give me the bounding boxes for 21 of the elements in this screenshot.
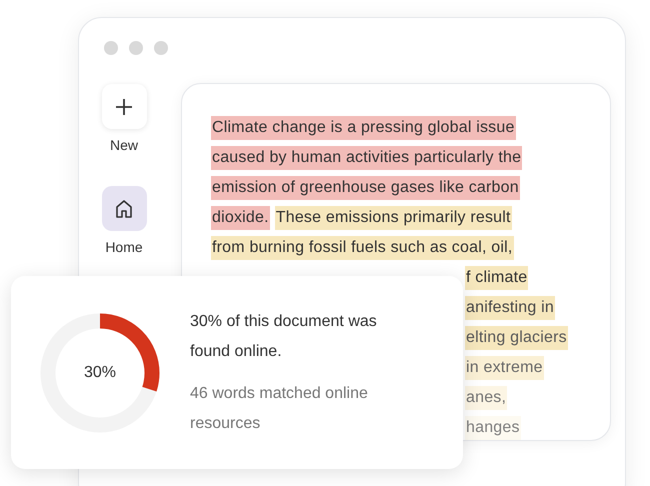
result-headline: 30% of this document was found online. — [190, 312, 378, 362]
highlighted-text: f climate — [465, 266, 528, 290]
highlighted-text: These emissions primarily result — [274, 206, 512, 230]
highlighted-text: anes, — [465, 386, 508, 410]
percent-label: 30% — [84, 362, 116, 382]
highlighted-text: from burning fossil fuels such as coal, oil, — [211, 236, 514, 260]
plus-icon — [115, 98, 133, 116]
highlighted-text: elting glaciers — [465, 326, 568, 350]
highlighted-text: emission of greenhouse gases like carbon — [211, 176, 520, 200]
sidebar-button[interactable] — [102, 186, 146, 231]
result-detail: 46 words matched online resources — [190, 384, 369, 434]
sidebar-label: New — [110, 136, 138, 155]
highlighted-text: Climate change is a pressing global issue — [211, 116, 516, 140]
highlighted-text: caused by human activities particularly the — [211, 146, 522, 170]
highlighted-text: anifesting in — [465, 296, 555, 320]
highlighted-text: in extreme — [465, 356, 544, 380]
home-icon — [114, 198, 134, 218]
highlighted-text: dioxide. — [211, 206, 270, 230]
sidebar-label: Home — [105, 238, 143, 257]
sidebar-button[interactable] — [102, 84, 146, 129]
highlighted-text: hanges — [465, 416, 521, 440]
